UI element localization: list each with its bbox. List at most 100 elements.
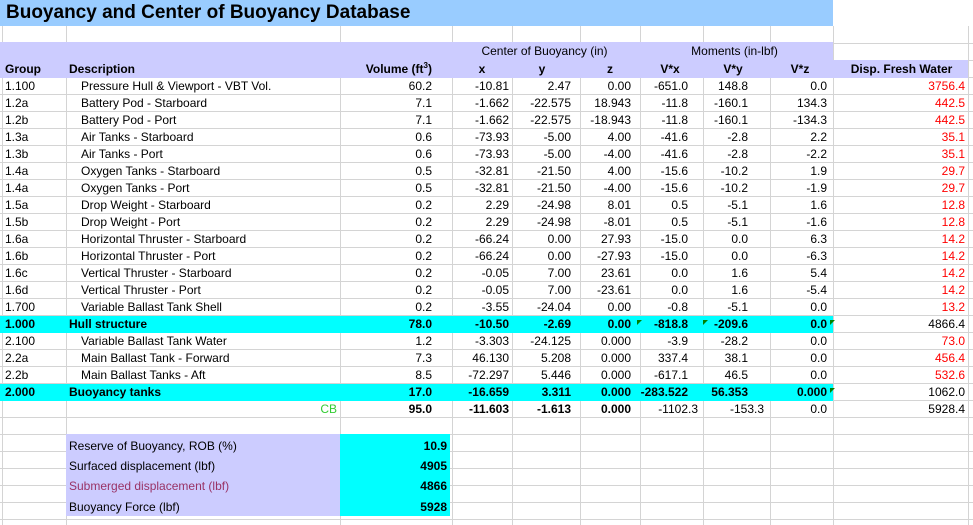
cell-z[interactable]: 8.01 xyxy=(574,197,634,214)
cell-vx[interactable]: -283.522 xyxy=(634,384,691,401)
summary-label[interactable]: Reserve of Buoyancy, ROB (%) xyxy=(66,436,340,456)
cell-vx[interactable]: 0.0 xyxy=(634,282,691,299)
cell-x[interactable]: -10.50 xyxy=(452,316,512,333)
cell-z[interactable]: 4.00 xyxy=(574,163,634,180)
summary-value[interactable]: 4905 xyxy=(340,456,450,476)
cell-vz[interactable]: 5.4 xyxy=(760,265,830,282)
cell-vz[interactable]: -6.3 xyxy=(760,248,830,265)
cell-z[interactable]: 0.000 xyxy=(574,333,634,350)
cell-disp[interactable]: 3756.4 xyxy=(833,78,968,95)
cell-desc[interactable]: Vertical Thruster - Starboard xyxy=(78,265,340,282)
cell-vx[interactable]: -15.0 xyxy=(634,231,691,248)
cell-y[interactable]: 3.311 xyxy=(512,384,574,401)
cell-vx[interactable]: -3.9 xyxy=(634,333,691,350)
cell-vol[interactable]: 0.6 xyxy=(340,129,435,146)
cell-vol[interactable]: 7.1 xyxy=(340,112,435,129)
cell-group[interactable]: 1.6b xyxy=(2,248,64,265)
cell-z[interactable]: -4.00 xyxy=(574,146,634,163)
cell-group[interactable]: 1.3b xyxy=(2,146,64,163)
cell-vx[interactable]: 337.4 xyxy=(634,350,691,367)
cell-vy[interactable]: -5.1 xyxy=(691,214,751,231)
cell-desc[interactable]: Variable Ballast Tank Shell xyxy=(78,299,340,316)
cell-group[interactable]: 2.2b xyxy=(2,367,64,384)
cell-desc[interactable]: Battery Pod - Port xyxy=(78,112,340,129)
cell-group[interactable]: 1.4a xyxy=(2,163,64,180)
summary-label[interactable]: Surfaced displacement (lbf) xyxy=(66,456,340,476)
disp-header[interactable]: Disp. Fresh Water xyxy=(835,61,968,78)
cell-desc[interactable]: Main Ballast Tank - Forward xyxy=(78,350,340,367)
cell-vol[interactable]: 7.3 xyxy=(340,350,435,367)
cell-x[interactable]: 2.29 xyxy=(452,214,512,231)
cell-desc[interactable]: Pressure Hull & Viewport - VBT Vol. xyxy=(78,78,340,95)
cell-z[interactable]: 0.00 xyxy=(574,78,634,95)
cell-vy[interactable]: -10.2 xyxy=(691,180,751,197)
cell-desc[interactable]: Buoyancy tanks xyxy=(66,384,340,401)
cell-vol[interactable]: 0.5 xyxy=(340,163,435,180)
cell-vx[interactable]: -15.0 xyxy=(634,248,691,265)
cell-y[interactable]: -24.98 xyxy=(512,197,574,214)
cell-z[interactable]: -8.01 xyxy=(574,214,634,231)
cell-y[interactable]: -5.00 xyxy=(512,146,574,163)
moments-group-header[interactable]: Moments (in-lbf) xyxy=(637,43,832,60)
cell-desc[interactable]: Variable Ballast Tank Water xyxy=(78,333,340,350)
cell-desc[interactable]: Drop Weight - Starboard xyxy=(78,197,340,214)
cell-disp[interactable]: 13.2 xyxy=(833,299,968,316)
z-header[interactable]: z xyxy=(580,61,640,78)
cell-vx[interactable]: 0.5 xyxy=(634,197,691,214)
cell-disp[interactable]: 14.2 xyxy=(833,231,968,248)
cell-vy[interactable]: -160.1 xyxy=(691,112,751,129)
cell-desc[interactable]: Hull structure xyxy=(66,316,340,333)
cell-group[interactable]: 2.000 xyxy=(2,384,64,401)
cell-y[interactable]: -22.575 xyxy=(512,112,574,129)
cell-x[interactable]: -32.81 xyxy=(452,163,512,180)
cell-vol[interactable]: 60.2 xyxy=(340,78,435,95)
cell-y[interactable]: 5.446 xyxy=(512,367,574,384)
cell-vol[interactable]: 1.2 xyxy=(340,333,435,350)
cell-vol[interactable]: 0.2 xyxy=(340,265,435,282)
cell-vol[interactable]: 0.2 xyxy=(340,197,435,214)
cell-z[interactable]: -23.61 xyxy=(574,282,634,299)
summary-value[interactable]: 4866 xyxy=(340,476,450,496)
vz-header[interactable]: V*z xyxy=(770,61,830,78)
cell-vx[interactable]: -15.6 xyxy=(634,180,691,197)
cell-disp[interactable]: 14.2 xyxy=(833,282,968,299)
group-header[interactable]: Group xyxy=(2,61,62,78)
cell-vy[interactable]: -2.8 xyxy=(691,146,751,163)
cb-cell-disp[interactable]: 5928.4 xyxy=(833,401,968,418)
cb-cell-vy[interactable]: -153.3 xyxy=(691,401,767,418)
cell-desc[interactable]: Horizontal Thruster - Port xyxy=(78,248,340,265)
cell-vz[interactable]: 0.0 xyxy=(760,299,830,316)
cell-y[interactable]: 0.00 xyxy=(512,231,574,248)
cell-x[interactable]: -3.303 xyxy=(452,333,512,350)
cell-vz[interactable]: 0.0 xyxy=(760,333,830,350)
cell-x[interactable]: -66.24 xyxy=(452,248,512,265)
cob-group-header[interactable]: Center of Buoyancy (in) xyxy=(452,43,637,60)
cell-y[interactable]: -21.50 xyxy=(512,180,574,197)
cell-x[interactable]: -1.662 xyxy=(452,112,512,129)
cell-disp[interactable]: 73.0 xyxy=(833,333,968,350)
cell-vy[interactable]: 1.6 xyxy=(691,265,751,282)
cell-vol[interactable]: 7.1 xyxy=(340,95,435,112)
cell-vz[interactable]: -2.2 xyxy=(760,146,830,163)
cb-cell-z[interactable]: 0.000 xyxy=(574,401,634,418)
cell-vy[interactable]: 148.8 xyxy=(691,78,751,95)
cell-vx[interactable]: -818.8 xyxy=(634,316,691,333)
cell-z[interactable]: 18.943 xyxy=(574,95,634,112)
cell-vy[interactable]: 1.6 xyxy=(691,282,751,299)
cell-x[interactable]: -73.93 xyxy=(452,146,512,163)
cell-vol[interactable]: 0.6 xyxy=(340,146,435,163)
cell-vz[interactable]: -134.3 xyxy=(760,112,830,129)
cell-vx[interactable]: 0.0 xyxy=(634,265,691,282)
cell-group[interactable]: 1.5b xyxy=(2,214,64,231)
cell-disp[interactable]: 12.8 xyxy=(833,197,968,214)
cell-desc[interactable]: Air Tanks - Port xyxy=(78,146,340,163)
summary-label[interactable]: Buoyancy Force (lbf) xyxy=(66,497,340,517)
cell-disp[interactable]: 532.6 xyxy=(833,367,968,384)
cell-z[interactable]: -4.00 xyxy=(574,180,634,197)
cell-x[interactable]: -1.662 xyxy=(452,95,512,112)
summary-label[interactable]: Submerged displacement (lbf) xyxy=(66,476,340,496)
cell-vz[interactable]: 0.0 xyxy=(760,367,830,384)
cell-y[interactable]: -5.00 xyxy=(512,129,574,146)
cell-disp[interactable]: 14.2 xyxy=(833,265,968,282)
cell-y[interactable]: 2.47 xyxy=(512,78,574,95)
